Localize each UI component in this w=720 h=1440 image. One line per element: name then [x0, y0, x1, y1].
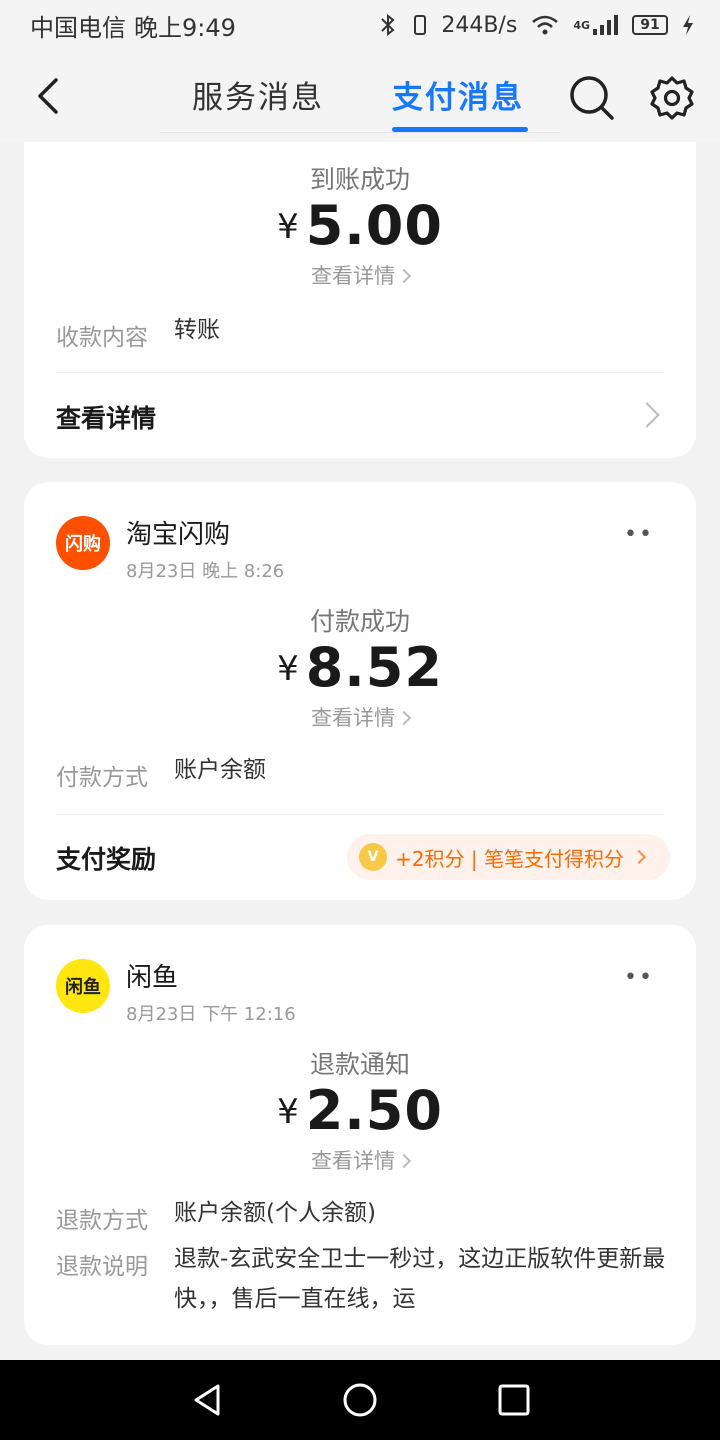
- network-speed: 244B/s: [441, 12, 518, 38]
- reward-points-pill[interactable]: V +2积分 | 笔笔支付得积分: [347, 834, 670, 880]
- charging-icon: [682, 14, 694, 36]
- amount-value: 5.00: [305, 194, 443, 257]
- network-type: 4G: [573, 18, 590, 32]
- payment-status: 付款成功: [309, 607, 410, 636]
- info-row: 退款方式 账户余额(个人余额): [56, 1200, 674, 1235]
- circle-home-icon: [343, 1383, 377, 1417]
- payment-amount: ¥8.52: [24, 636, 696, 699]
- message-time: 8月23日 下午 12:16: [126, 1004, 296, 1025]
- triangle-back-icon: [194, 1384, 220, 1416]
- payment-card[interactable]: 闪购 淘宝闪购 8月23日 晚上 8:26 •• 付款成功 ¥8.52 查看详情…: [24, 482, 696, 900]
- chevron-right-icon: [396, 710, 412, 726]
- info-value: 转账: [174, 317, 220, 343]
- payment-card[interactable]: 闲鱼 闲鱼 8月23日 下午 12:16 •• 退款通知 ¥2.50 查看详情 …: [24, 925, 696, 1345]
- currency-symbol: ¥: [277, 1092, 300, 1132]
- merchant-row: 闲鱼 闲鱼 8月23日 下午 12:16: [56, 959, 296, 1026]
- points-coin-icon: V: [359, 843, 388, 871]
- chevron-right-icon: [634, 402, 660, 428]
- info-value: 账户余额(个人余额): [174, 1200, 376, 1226]
- reward-text: +2积分 | 笔笔支付得积分: [395, 846, 624, 871]
- payment-reward-label: 支付奖励: [56, 845, 157, 874]
- payment-status: 退款通知: [309, 1050, 410, 1079]
- battery-level: 91: [640, 17, 660, 33]
- more-icon[interactable]: ••: [624, 965, 654, 990]
- merchant-name: 淘宝闪购: [126, 520, 231, 550]
- info-value: 账户余额: [174, 757, 266, 783]
- square-recents-icon: [498, 1384, 530, 1416]
- tab-payment-messages[interactable]: 支付消息: [392, 72, 524, 117]
- info-row: 付款方式 账户余额: [56, 757, 674, 792]
- currency-symbol: ¥: [277, 649, 300, 689]
- view-details-label: 查看详情: [311, 706, 395, 730]
- info-value: 退款-玄武安全卫士一秒过，这边正版软件更新最快，，售后一直在线，运: [174, 1246, 666, 1312]
- more-icon[interactable]: ••: [624, 522, 654, 547]
- settings-button[interactable]: [648, 74, 696, 122]
- taobao-logo: 闪购: [56, 516, 110, 570]
- amount-value: 2.50: [305, 1079, 443, 1142]
- header: 服务消息 支付消息: [0, 50, 720, 142]
- nav-home-button[interactable]: [340, 1380, 380, 1420]
- system-nav-bar: [0, 1360, 720, 1440]
- info-label: 收款内容: [56, 325, 148, 351]
- view-details-link[interactable]: 查看详情: [24, 260, 696, 290]
- xianyu-logo: 闲鱼: [56, 959, 110, 1013]
- active-tab-indicator: [392, 127, 528, 132]
- search-button[interactable]: [568, 74, 616, 122]
- info-label: 退款方式: [56, 1208, 148, 1234]
- vibrate-icon: [413, 14, 427, 36]
- info-label: 付款方式: [56, 765, 148, 791]
- divider: [56, 372, 664, 373]
- payment-status: 到账成功: [309, 165, 410, 194]
- payment-card[interactable]: 到账成功 ¥5.00 查看详情 收款内容 转账 查看详情: [24, 142, 696, 458]
- back-button[interactable]: [30, 76, 70, 116]
- status-bar: 中国电信 晚上9:49 244B/s 4G 91: [0, 0, 720, 50]
- info-row: 收款内容 转账: [56, 317, 674, 352]
- wifi-icon: [531, 14, 559, 36]
- payment-amount: ¥2.50: [24, 1079, 696, 1142]
- carrier-label: 中国电信: [30, 13, 126, 42]
- chevron-right-icon: [396, 268, 412, 284]
- view-details-label: 查看详情: [311, 1149, 395, 1173]
- view-details-label: 查看详情: [311, 264, 395, 288]
- bluetooth-icon: [377, 13, 399, 37]
- gear-icon: [650, 76, 694, 120]
- merchant-name: 闲鱼: [126, 963, 179, 993]
- nav-recents-button[interactable]: [494, 1380, 534, 1420]
- tab-divider: [160, 132, 560, 133]
- currency-symbol: ¥: [277, 207, 300, 247]
- payment-amount: ¥5.00: [24, 194, 696, 257]
- chevron-right-icon: [631, 849, 647, 865]
- chevron-right-icon: [396, 1153, 412, 1169]
- nav-back-button[interactable]: [188, 1380, 228, 1420]
- chevron-left-icon: [38, 78, 58, 114]
- view-details-link[interactable]: 查看详情: [24, 1145, 696, 1175]
- clock: 晚上9:49: [134, 13, 236, 42]
- info-row: 退款说明 退款-玄武安全卫士一秒过，这边正版软件更新最快，，售后一直在线，运: [56, 1246, 674, 1319]
- info-label: 退款说明: [56, 1254, 148, 1280]
- tab-service-messages[interactable]: 服务消息: [192, 72, 324, 117]
- signal-icon: 4G: [573, 14, 618, 36]
- message-time: 8月23日 晚上 8:26: [126, 561, 285, 582]
- amount-value: 8.52: [305, 636, 443, 699]
- divider: [56, 814, 664, 815]
- battery-icon: 91: [632, 15, 668, 35]
- view-details-row[interactable]: 查看详情: [56, 399, 156, 435]
- search-icon: [570, 76, 614, 120]
- merchant-row: 闪购 淘宝闪购 8月23日 晚上 8:26: [56, 516, 284, 583]
- view-details-link[interactable]: 查看详情: [24, 702, 696, 732]
